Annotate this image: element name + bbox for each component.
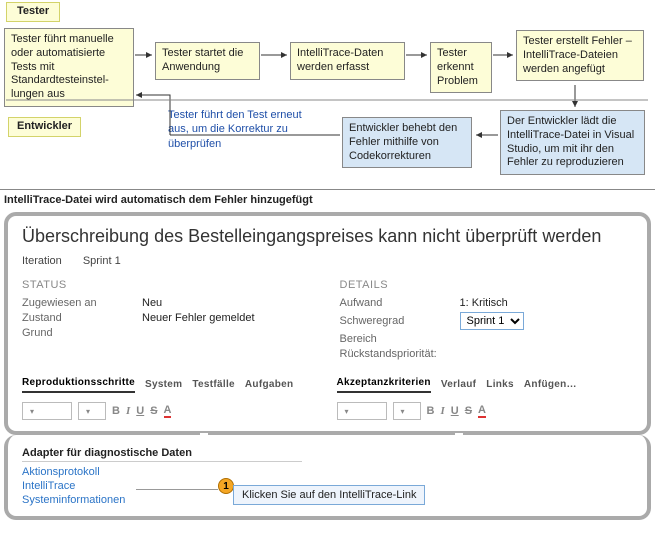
step-capture-data: IntelliTrace-Daten werden erfasst	[290, 42, 405, 80]
step-start-app: Tester startet die Anwendung	[155, 42, 260, 80]
right-editor-toolbar: B I U S A	[337, 399, 634, 423]
status-header: Status	[22, 279, 316, 291]
assigned-to-value: Neu	[142, 297, 162, 309]
bug-form-panel: Überschreibung des Bestelleingangspreise…	[4, 212, 651, 435]
tab-system[interactable]: System	[145, 379, 182, 393]
caption: IntelliTrace-Datei wird automatisch dem …	[0, 190, 655, 210]
severity-select[interactable]: Sprint 1	[460, 312, 524, 330]
callout-number: 1	[218, 478, 234, 494]
font-color-button[interactable]: A	[164, 404, 172, 418]
bug-title: Überschreibung des Bestelleingangspreise…	[22, 226, 633, 247]
iteration-label: Iteration	[22, 255, 62, 267]
state-label: Zustand	[22, 312, 142, 324]
diagnostic-header: Adapter für diagnostische Daten	[22, 447, 302, 462]
step-detect-problem: Tester erkennt Problem	[430, 42, 492, 93]
area-label: Bereich	[340, 333, 460, 345]
italic-button[interactable]: I	[126, 405, 130, 417]
tab-links[interactable]: Links	[486, 379, 514, 393]
assigned-to-label: Zugewiesen an	[22, 297, 142, 309]
font-color-button-2[interactable]: A	[478, 404, 486, 418]
diagnostic-panel: Adapter für diagnostische Daten Aktionsp…	[4, 435, 651, 520]
bold-button[interactable]: B	[112, 405, 120, 417]
tab-repro-steps[interactable]: Reproduktionsschritte	[22, 377, 135, 393]
right-tabs: Akzeptanzkriterien Verlauf Links Anfügen…	[337, 377, 634, 393]
link-action-log[interactable]: Aktionsprotokoll	[22, 466, 633, 478]
details-header: Details	[340, 279, 634, 291]
iteration-value: Sprint 1	[83, 255, 121, 267]
font-size-combo-2[interactable]	[393, 402, 421, 420]
step-create-bug: Tester erstellt Fehler – IntelliTrace-Da…	[516, 30, 644, 81]
font-size-combo[interactable]	[78, 402, 106, 420]
workflow-diagram: Tester Tester führt manuelle oder automa…	[0, 0, 655, 190]
italic-button-2[interactable]: I	[440, 405, 444, 417]
tab-attach[interactable]: Anfügen…	[524, 379, 577, 393]
severity-label: Schweregrad	[340, 315, 460, 327]
strike-button-2[interactable]: S	[465, 405, 472, 417]
callout-box: Klicken Sie auf den IntelliTrace-Link	[233, 485, 425, 505]
tab-acceptance[interactable]: Akzeptanzkriterien	[337, 377, 431, 393]
font-family-combo[interactable]	[22, 402, 72, 420]
step-dev-fix: Entwickler behebt den Fehler mithilfe vo…	[342, 117, 472, 168]
underline-button-2[interactable]: U	[451, 405, 459, 417]
font-family-combo-2[interactable]	[337, 402, 387, 420]
backlog-label: Rückstandspriorität:	[340, 348, 460, 360]
role-tester-label: Tester	[6, 2, 60, 22]
tab-tasks[interactable]: Aufgaben	[245, 379, 294, 393]
left-tabs: Reproduktionsschritte System Testfälle A…	[22, 377, 319, 393]
effort-value: 1: Kritisch	[460, 297, 508, 309]
state-value: Neuer Fehler gemeldet	[142, 312, 255, 324]
tab-testcases[interactable]: Testfälle	[192, 379, 235, 393]
arrow-note: Tester führt den Test erneut aus, um die…	[168, 108, 308, 151]
reason-label: Grund	[22, 327, 142, 339]
left-editor-toolbar: B I U S A	[22, 399, 319, 423]
callout-connector	[136, 489, 218, 490]
underline-button[interactable]: U	[136, 405, 144, 417]
iteration-row: Iteration Sprint 1	[22, 255, 633, 267]
step-dev-load: Der Entwickler lädt die IntelliTrace-Dat…	[500, 110, 645, 175]
details-section: Details Aufwand1: Kritisch Schweregrad S…	[340, 279, 634, 363]
bold-button-2[interactable]: B	[427, 405, 435, 417]
step-run-tests: Tester führt manuelle oder automatisiert…	[4, 28, 134, 107]
tab-history[interactable]: Verlauf	[441, 379, 476, 393]
effort-label: Aufwand	[340, 297, 460, 309]
role-dev-label: Entwickler	[8, 117, 81, 137]
status-section: Status Zugewiesen anNeu ZustandNeuer Feh…	[22, 279, 316, 363]
strike-button[interactable]: S	[150, 405, 157, 417]
